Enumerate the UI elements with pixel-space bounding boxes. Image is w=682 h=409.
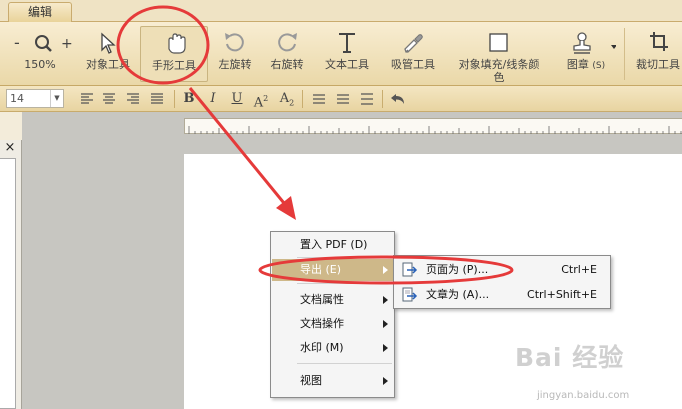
undo-icon[interactable] xyxy=(388,90,406,108)
format-divider xyxy=(174,90,175,108)
eyedropper-label: 吸管工具 xyxy=(391,58,435,71)
stamp-button[interactable]: 图章 (S) xyxy=(556,26,617,82)
object-tool-button[interactable]: 对象工具 xyxy=(78,26,138,82)
text-t-icon xyxy=(318,26,376,58)
rotate-right-icon xyxy=(262,26,312,58)
fill-stroke-label-1: 对象填充/线条颜 xyxy=(458,58,540,71)
text-tool-label: 文本工具 xyxy=(325,58,369,71)
menu-separator xyxy=(297,363,392,364)
export-submenu: 页面为 (P)... Ctrl+E 文章为 (A)... Ctrl+Shift+… xyxy=(393,255,611,309)
submenu-item-export-article[interactable]: 文章为 (A)... Ctrl+Shift+E xyxy=(395,283,609,307)
submenu-arrow-icon xyxy=(383,377,388,385)
eyedropper-icon xyxy=(384,26,442,58)
baidu-jingyan-watermark: Bai 经验 jingyan.baidu.com xyxy=(515,338,682,409)
ruler-ticks xyxy=(188,126,682,134)
shortcut-label: Ctrl+Shift+E xyxy=(527,288,597,301)
zoom-in-button[interactable]: + xyxy=(61,36,73,52)
crop-tool-label: 裁切工具 xyxy=(636,58,680,71)
tab-edit[interactable]: 编辑 xyxy=(8,2,72,22)
submenu-arrow-icon xyxy=(383,344,388,352)
close-icon[interactable]: × xyxy=(2,140,18,156)
menu-separator xyxy=(297,257,392,258)
bold-button[interactable]: B xyxy=(180,90,198,108)
align-left-icon[interactable] xyxy=(78,90,96,108)
watermark-url: jingyan.baidu.com xyxy=(537,390,630,401)
hand-tool-button[interactable]: 手形工具 xyxy=(140,26,208,82)
zoom-out-button[interactable]: - xyxy=(14,33,20,52)
rotate-left-label: 左旋转 xyxy=(218,58,252,71)
text-tool-button[interactable]: 文本工具 xyxy=(318,26,376,82)
fill-stroke-button[interactable]: 对象填充/线条颜 色 xyxy=(452,26,546,84)
object-tool-label: 对象工具 xyxy=(86,58,130,71)
rotate-left-button[interactable]: 左旋转 xyxy=(210,26,260,82)
left-panel: × xyxy=(0,112,22,409)
menu-item-document-properties[interactable]: 文档属性 xyxy=(272,289,393,311)
crop-tool-button[interactable]: 裁切工具 xyxy=(632,26,682,82)
zoom-icon: - + xyxy=(4,26,76,58)
shortcut-label: Ctrl+E xyxy=(561,263,597,276)
submenu-arrow-icon xyxy=(383,320,388,328)
format-divider xyxy=(302,90,303,108)
left-panel-content xyxy=(0,158,16,409)
align-center-icon[interactable] xyxy=(100,90,118,108)
menu-item-place-pdf[interactable]: 置入 PDF (D) xyxy=(272,234,393,256)
eyedropper-button[interactable]: 吸管工具 xyxy=(384,26,442,82)
format-divider xyxy=(382,90,383,108)
ribbon-toolbar: - + 150% 对象工具 手形工具 左旋转 右旋转 文本工具 吸管工具 对象填… xyxy=(0,22,682,86)
rotate-right-label: 右旋转 xyxy=(270,58,304,71)
submenu-item-export-page[interactable]: 页面为 (P)... Ctrl+E xyxy=(395,258,609,282)
format-toolbar: 14 ▼ B I U A2 A2 xyxy=(0,86,682,112)
menu-item-view[interactable]: 视图 xyxy=(272,370,393,392)
align-right-icon[interactable] xyxy=(124,90,142,108)
justify-icon[interactable] xyxy=(148,90,166,108)
rotate-left-icon xyxy=(210,26,260,58)
export-article-icon xyxy=(400,287,418,303)
stamp-label: 图章 (S) xyxy=(566,58,606,71)
submenu-arrow-icon xyxy=(383,296,388,304)
italic-button[interactable]: I xyxy=(204,90,222,108)
crop-icon xyxy=(632,26,682,58)
menu-item-document-operations[interactable]: 文档操作 xyxy=(272,313,393,335)
menu-item-watermark[interactable]: 水印 (M) xyxy=(272,337,393,359)
watermark-logo: Bai 经验 xyxy=(515,343,625,372)
zoom-level[interactable]: 150% xyxy=(4,58,76,71)
horizontal-ruler xyxy=(184,118,682,134)
stamp-icon xyxy=(556,26,617,58)
left-panel-header xyxy=(0,112,22,140)
fill-square-icon xyxy=(452,26,546,58)
list-icon[interactable] xyxy=(310,90,328,108)
underline-button[interactable]: U xyxy=(228,90,246,108)
list-icon[interactable] xyxy=(358,90,376,108)
superscript-button[interactable]: A2 xyxy=(252,90,270,110)
font-size-value: 14 xyxy=(10,92,24,105)
context-menu: 置入 PDF (D) 导出 (E) 文档属性 文档操作 水印 (M) 视图 xyxy=(270,231,395,398)
menu-separator xyxy=(297,283,392,284)
list-icon[interactable] xyxy=(334,90,352,108)
hand-icon xyxy=(141,27,207,59)
cursor-arrow-icon xyxy=(78,26,138,58)
chevron-down-icon: ▼ xyxy=(50,90,63,107)
tab-bar: 编辑 xyxy=(0,0,682,22)
fill-stroke-label-2: 色 xyxy=(493,71,505,84)
subscript-button[interactable]: A2 xyxy=(278,90,296,108)
submenu-arrow-icon xyxy=(383,266,388,274)
export-page-icon xyxy=(400,262,418,278)
hand-tool-label: 手形工具 xyxy=(152,59,196,72)
rotate-right-button[interactable]: 右旋转 xyxy=(262,26,312,82)
font-size-select[interactable]: 14 ▼ xyxy=(6,89,64,108)
zoom-control: - + 150% xyxy=(4,26,76,82)
ribbon-divider xyxy=(624,28,625,80)
menu-item-export[interactable]: 导出 (E) xyxy=(272,259,393,281)
